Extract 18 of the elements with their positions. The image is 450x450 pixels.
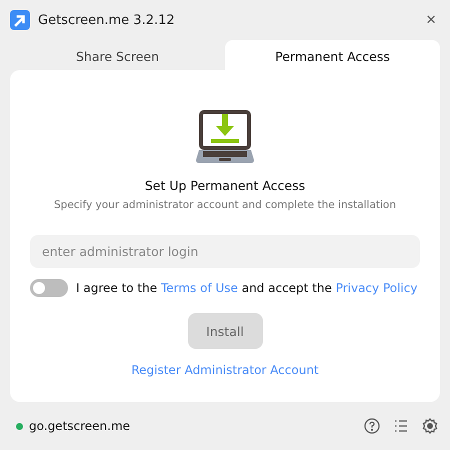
server-address: go.getscreen.me (29, 419, 132, 433)
window-title: Getscreen.me 3.2.12 (38, 12, 176, 28)
agree-toggle[interactable] (30, 279, 68, 297)
tab[interactable]: Permanent Access (225, 40, 440, 70)
policy-link[interactable]: Terms of Use (160, 281, 238, 295)
laptop-download-icon (195, 110, 255, 164)
policy-link[interactable]: Privacy Policy (336, 281, 418, 295)
agreement-text: I agree to the Terms of Use and accept the Privacy Policy (76, 281, 418, 295)
list-icon[interactable] (394, 419, 408, 433)
tab[interactable]: Share Screen (10, 40, 225, 70)
close-button[interactable]: × (422, 10, 440, 30)
app-logo-icon (10, 10, 30, 30)
settings-icon[interactable] (422, 418, 438, 434)
setup-description: Specify your administrator account and complete the installation (54, 199, 396, 211)
help-icon[interactable] (364, 418, 380, 434)
login-field[interactable]: enter administrator login (30, 235, 420, 268)
setup-heading: Set Up Permanent Access (144, 178, 306, 193)
register-link[interactable]: Register Administrator Account (131, 363, 319, 377)
